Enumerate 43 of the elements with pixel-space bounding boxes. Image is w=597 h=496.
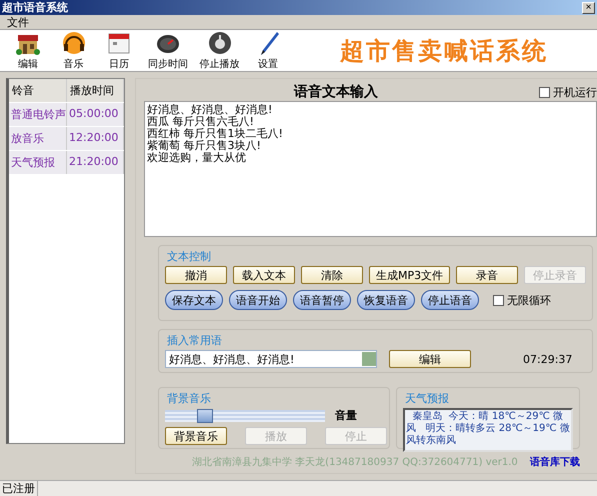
button[interactable]: 语音暂停 [293,290,351,310]
download-link[interactable]: 语音库下载 [530,455,580,469]
button[interactable]: 载入文本 [233,266,295,284]
volume-slider[interactable] [165,410,325,422]
toolbar-label[interactable]: 停止播放 [200,57,240,71]
button[interactable]: 语音开始 [229,290,287,310]
dropdown[interactable]: 好消息、好消息、好消息! [165,350,377,368]
round-button-icon[interactable] [206,30,233,56]
group-title: 天气预报 [403,391,451,406]
toolbar-label[interactable]: 设置 [258,57,278,71]
toolbar-label[interactable]: 编辑 [18,57,38,71]
button[interactable]: 背景音乐 [165,427,227,445]
text-input[interactable]: 好消息、好消息、好消息! 西瓜 每斤只售六毛八! 西红柿 每斤只售1块二毛八! 紫葡萄 每斤只售3块八! 欢迎选购，量大从优 [144,101,597,237]
credit-text: 湖北省南漳县九集中学 李天龙(13487180937 QQ:372604771) ver1.0 [192,456,518,469]
weather-text: 秦皇岛 今天：晴 18℃～29℃ 微风 明天：晴转多云 28℃～19℃ 微风转东南风 [403,408,573,452]
button[interactable]: 保存文本 [165,290,223,310]
status-text: 已注册 [0,481,38,496]
section-title: 语音文本输入 [294,83,378,101]
table-cell: 天气预报 [9,151,67,174]
banner-title: 超市售卖喊话系统 [340,36,548,66]
button[interactable]: 停止语音 [421,290,479,310]
button[interactable]: 录音 [456,266,518,284]
checkbox[interactable]: 无限循环 [493,292,551,308]
slider-thumb[interactable] [197,408,213,422]
table-cell: 21:20:00 [67,151,124,174]
button[interactable]: 恢复语音 [357,290,415,310]
button[interactable]: 清除 [301,266,363,284]
clock-time: 07:29:37 [523,352,572,366]
group-title: 插入常用语 [165,333,224,348]
toolbar-label[interactable]: 日历 [109,57,130,71]
toolbar-label[interactable]: 同步时间 [148,57,188,71]
volume-label: 音量 [335,408,357,423]
button[interactable]: 生成MP3文件 [369,266,450,284]
button[interactable]: 编辑 [389,350,471,368]
close-button[interactable]: × [582,2,595,14]
checkbox[interactable]: 开机运行 [539,84,597,100]
menu-item[interactable]: 文件 [4,14,32,30]
group-title: 背景音乐 [165,391,213,406]
window-title: 超市语音系统 [2,0,68,15]
toolbar-label[interactable]: 音乐 [64,57,84,71]
button[interactable]: 撤消 [165,266,227,284]
headphones-icon[interactable] [60,30,87,56]
group-title: 文本控制 [165,249,213,264]
